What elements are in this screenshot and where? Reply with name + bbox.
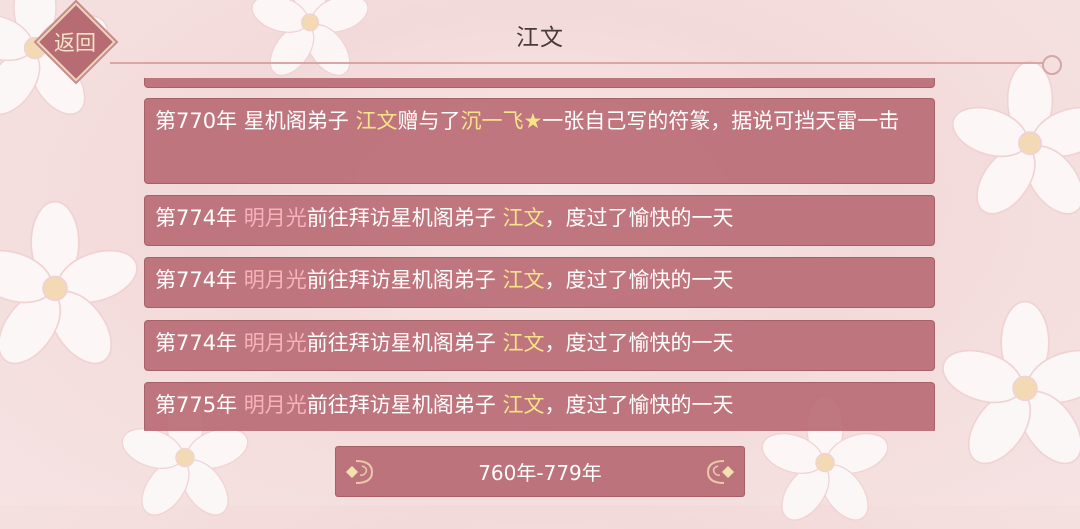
entry-text: 星机阁弟子: [237, 109, 356, 133]
entry-year: 第770年: [155, 109, 238, 133]
entry-text: 赠与了: [397, 109, 461, 133]
list-item: 第775年 明月光前往拜访星机阁弟子 江文，度过了愉快的一天: [144, 382, 935, 431]
flower-decoration: [940, 300, 1080, 470]
list-item: 第770年 星机阁弟子 江文赠与了沉一飞★一张自己写的符篆，据说可挡天雷一击: [144, 98, 935, 184]
ornament-left-icon: [342, 453, 384, 491]
entry-text: 前往拜访星机阁弟子: [306, 331, 503, 355]
entry-text: 前往拜访星机阁弟子: [306, 393, 503, 417]
entry-text: 一张自己写的符篆，据说可挡天雷一击: [542, 109, 900, 133]
entry-year: 第775年: [155, 393, 238, 417]
list-item: [144, 78, 935, 88]
back-button-label: 返回: [54, 31, 96, 55]
character-name[interactable]: 江文: [355, 109, 397, 133]
event-log-list[interactable]: 第770年 星机阁弟子 江文赠与了沉一飞★一张自己写的符篆，据说可挡天雷一击 第…: [144, 78, 937, 431]
list-item: 第774年 明月光前往拜访星机阁弟子 江文，度过了愉快的一天: [144, 320, 935, 371]
character-name[interactable]: 明月光: [244, 268, 307, 292]
list-item: 第774年 明月光前往拜访星机阁弟子 江文，度过了愉快的一天: [144, 257, 935, 308]
entry-text: ，度过了愉快的一天: [544, 393, 734, 417]
character-name[interactable]: 沉一飞★: [460, 109, 542, 133]
character-name[interactable]: 明月光: [244, 331, 307, 355]
character-name[interactable]: 明月光: [244, 206, 307, 230]
list-item: 第774年 明月光前往拜访星机阁弟子 江文，度过了愉快的一天: [144, 195, 935, 246]
year-range-selector[interactable]: 760年-779年: [335, 446, 745, 497]
character-name[interactable]: 江文: [502, 268, 544, 292]
entry-year: 第774年: [155, 331, 238, 355]
entry-year: 第774年: [155, 268, 238, 292]
entry-text: ，度过了愉快的一天: [544, 331, 734, 355]
entry-year: 第774年: [155, 206, 238, 230]
character-name[interactable]: 江文: [502, 331, 544, 355]
entry-text: ，度过了愉快的一天: [544, 268, 734, 292]
header-divider: [110, 55, 1062, 75]
flower-decoration: [950, 60, 1080, 220]
flower-decoration: [0, 200, 140, 370]
back-button[interactable]: 返回: [34, 2, 120, 82]
entry-text: ，度过了愉快的一天: [544, 206, 734, 230]
character-name[interactable]: 江文: [502, 393, 544, 417]
page-title: 江文: [516, 25, 564, 51]
ornament-right-icon: [696, 453, 738, 491]
character-name[interactable]: 江文: [502, 206, 544, 230]
entry-text: 前往拜访星机阁弟子: [306, 206, 503, 230]
header-bar: 江文 返回: [0, 0, 1080, 82]
entry-text: 前往拜访星机阁弟子: [306, 268, 503, 292]
character-name[interactable]: 明月光: [244, 393, 307, 417]
year-range-label: 760年-779年: [478, 461, 602, 485]
